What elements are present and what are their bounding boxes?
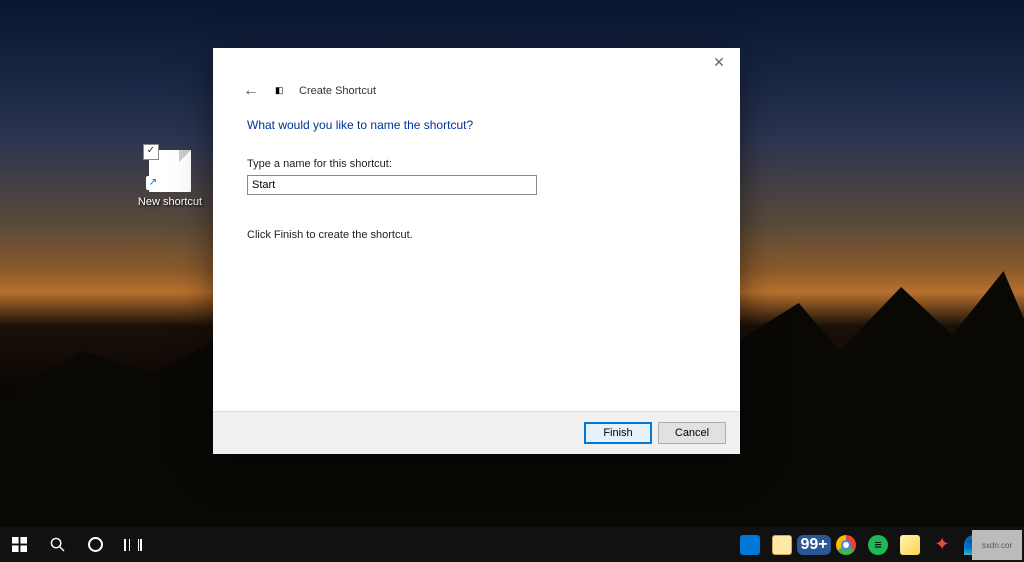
taskbar-app-spotify[interactable]: ≡: [862, 527, 894, 562]
cancel-button[interactable]: Cancel: [658, 422, 726, 444]
taskbar-app-red[interactable]: ✦: [926, 527, 958, 562]
desktop-shortcut-new[interactable]: ↗ New shortcut: [132, 150, 208, 208]
create-shortcut-dialog: ✕ ← ◧ Create Shortcut What would you lik…: [213, 48, 740, 454]
chrome-icon: [836, 535, 856, 555]
dialog-header: ← ◧ Create Shortcut: [213, 48, 740, 100]
taskbar-app-notes[interactable]: [894, 527, 926, 562]
taskbar: 99+ ≡ ✦: [0, 527, 1024, 562]
desktop-shortcut-label: New shortcut: [132, 196, 208, 208]
shortcut-arrow-icon: ↗: [146, 176, 160, 190]
dialog-title: Create Shortcut: [299, 85, 376, 97]
desktop-wallpaper[interactable]: ↗ New shortcut ✕ ← ◧ Create Shortcut Wha…: [0, 0, 1024, 562]
cortana-icon: [88, 537, 103, 552]
cortana-button[interactable]: [76, 527, 114, 562]
task-view-icon: [124, 539, 142, 551]
dialog-mini-icon: ◧: [275, 85, 287, 97]
dialog-body: What would you like to name the shortcut…: [213, 100, 740, 411]
task-view-button[interactable]: [114, 527, 152, 562]
taskbar-left: [0, 527, 152, 562]
windows-icon: [12, 537, 27, 552]
search-button[interactable]: [38, 527, 76, 562]
puzzle-icon: ✦: [934, 534, 949, 555]
dialog-helper-text: Click Finish to create the shortcut.: [247, 229, 706, 241]
dialog-heading: What would you like to name the shortcut…: [247, 118, 706, 132]
start-button[interactable]: [0, 527, 38, 562]
dialog-footer: Finish Cancel: [213, 411, 740, 454]
close-button[interactable]: ✕: [698, 48, 740, 76]
spotify-icon: ≡: [868, 535, 888, 555]
search-icon: [50, 537, 65, 552]
taskbar-app-mail[interactable]: 99+: [798, 527, 830, 562]
shortcut-name-label: Type a name for this shortcut:: [247, 158, 706, 170]
taskbar-app-1[interactable]: [734, 527, 766, 562]
shortcut-name-input[interactable]: [247, 175, 537, 195]
badge-count: 99+: [797, 535, 830, 555]
folder-icon: [772, 535, 792, 555]
notes-icon: [900, 535, 920, 555]
app-icon: [740, 535, 760, 555]
finish-button[interactable]: Finish: [584, 422, 652, 444]
taskbar-app-chrome[interactable]: [830, 527, 862, 562]
taskbar-app-explorer[interactable]: [766, 527, 798, 562]
watermark: sxdn.cor: [972, 530, 1022, 560]
